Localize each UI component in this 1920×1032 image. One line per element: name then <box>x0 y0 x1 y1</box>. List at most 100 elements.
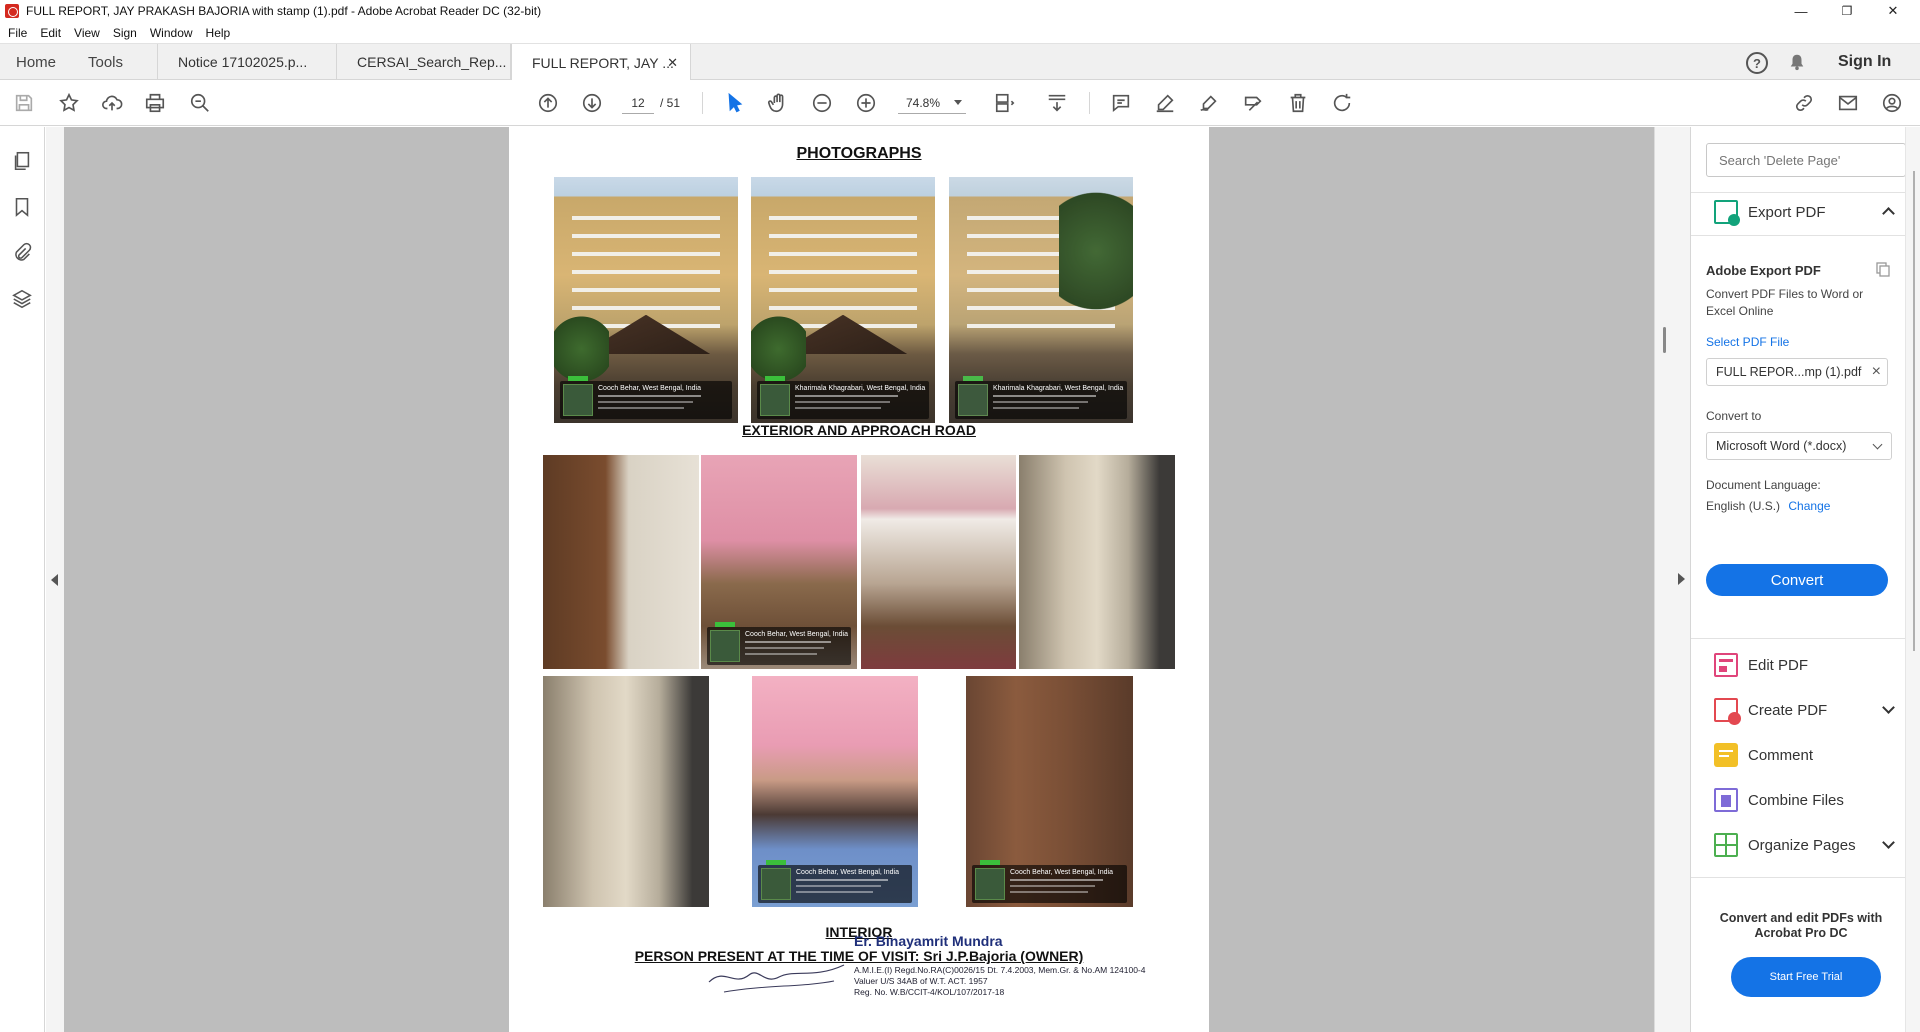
menu-sign[interactable]: Sign <box>113 26 137 40</box>
zoom-out-icon[interactable] <box>810 91 834 115</box>
minimize-button[interactable]: — <box>1778 0 1824 22</box>
page-fit-icon[interactable] <box>993 91 1017 115</box>
tab-label: Notice 17102025.p... <box>178 54 308 70</box>
close-tab-icon[interactable]: ✕ <box>667 55 678 71</box>
select-cursor-icon[interactable] <box>723 91 747 115</box>
photo-interior-corridor <box>543 676 709 907</box>
valuer-credentials: A.M.I.E.(I) Regd.No.RA(C)0026/15 Dt. 7.4… <box>854 965 1194 998</box>
maximize-button[interactable]: ❐ <box>1824 0 1870 22</box>
export-pdf-icon <box>1714 200 1740 226</box>
photo-approach-road: Kharimala Khagrabari, West Bengal, India <box>949 177 1133 423</box>
caption-exterior: EXTERIOR AND APPROACH ROAD <box>742 422 976 438</box>
tool-label: Create PDF <box>1748 701 1828 719</box>
menu-view[interactable]: View <box>74 26 100 40</box>
tab-tools[interactable]: Tools <box>88 44 123 80</box>
zoom-search-icon[interactable] <box>188 91 212 115</box>
tab-document-cersai[interactable]: CERSAI_Search_Rep... <box>337 44 511 80</box>
previous-page-icon[interactable] <box>536 91 560 115</box>
share-link-icon[interactable] <box>1792 91 1816 115</box>
left-pane-toggle[interactable] <box>46 127 64 1032</box>
convert-button[interactable]: Convert <box>1706 564 1888 596</box>
acrobat-pro-promo: Convert and edit PDFs with Acrobat Pro D… <box>1691 897 1905 1032</box>
zoom-in-icon[interactable] <box>854 91 878 115</box>
left-navigation-pane <box>0 127 45 1032</box>
menu-help[interactable]: Help <box>206 26 231 40</box>
tool-comment[interactable]: Comment <box>1714 740 1813 770</box>
scrollbar-thumb[interactable] <box>1663 327 1666 353</box>
menu-edit[interactable]: Edit <box>40 26 61 40</box>
menu-window[interactable]: Window <box>150 26 193 40</box>
document-vertical-scrollbar[interactable] <box>1654 127 1690 1032</box>
save-icon[interactable] <box>12 91 36 115</box>
notification-bell-icon[interactable] <box>1788 53 1806 71</box>
collapse-left-arrow-icon[interactable] <box>51 574 58 586</box>
start-free-trial-button[interactable]: Start Free Trial <box>1731 957 1881 997</box>
convert-to-select[interactable]: Microsoft Word (*.docx) <box>1706 432 1892 460</box>
signature-name: Er. Binayamrit Mundra <box>854 933 1003 949</box>
signature-line: A.M.I.E.(I) Regd.No.RA(C)0026/15 Dt. 7.4… <box>854 965 1146 975</box>
scrollbar-thumb[interactable] <box>1913 171 1915 651</box>
zoom-level-dropdown[interactable]: 74.8% <box>898 92 966 114</box>
document-language-row: English (U.S.) Change <box>1706 499 1830 513</box>
tool-label: Comment <box>1748 746 1814 764</box>
selected-file-name: FULL REPOR...mp (1).pdf <box>1716 365 1862 379</box>
tool-organize-pages[interactable]: Organize Pages <box>1714 830 1895 860</box>
delete-trash-icon[interactable] <box>1286 91 1310 115</box>
promo-text: Convert and edit PDFs with Acrobat Pro D… <box>1719 911 1883 940</box>
attachment-paperclip-icon[interactable] <box>11 242 33 264</box>
export-pdf-tool-header[interactable]: Export PDF <box>1714 197 1895 227</box>
cloud-upload-icon[interactable] <box>100 91 124 115</box>
chevron-down-icon[interactable] <box>1882 836 1895 849</box>
page-thumbnails-icon[interactable] <box>11 150 33 172</box>
adobe-export-title: Adobe Export PDF <box>1706 263 1821 278</box>
highlight-pen-icon[interactable] <box>1153 91 1177 115</box>
tab-bar: Home Tools Notice 17102025.p... CERSAI_S… <box>0 43 1920 81</box>
handwritten-signature-icon <box>708 964 845 993</box>
draw-signature-icon[interactable] <box>1197 91 1221 115</box>
fill-sign-icon[interactable] <box>1241 91 1265 115</box>
bookmarks-icon[interactable] <box>11 196 33 218</box>
change-language-link[interactable]: Change <box>1788 499 1830 513</box>
menu-bar: File Edit View Sign Window Help <box>0 22 1920 43</box>
select-pdf-file-link[interactable]: Select PDF File <box>1706 335 1789 349</box>
layers-icon[interactable] <box>11 288 33 310</box>
scroll-mode-icon[interactable] <box>1045 91 1069 115</box>
chevron-down-icon[interactable] <box>1882 701 1895 714</box>
sign-in-link[interactable]: Sign In <box>1838 53 1891 71</box>
convert-to-label: Convert to <box>1706 409 1762 423</box>
heading-photographs: PHOTOGRAPHS <box>796 145 922 162</box>
account-icon[interactable] <box>1880 91 1904 115</box>
tool-combine-files[interactable]: Combine Files <box>1714 785 1844 815</box>
tool-create-pdf[interactable]: Create PDF <box>1714 695 1895 725</box>
window-title: FULL REPORT, JAY PRAKASH BAJORIA with st… <box>26 4 542 18</box>
tab-home[interactable]: Home <box>16 44 56 80</box>
adobe-export-description: Convert PDF Files to Word or Excel Onlin… <box>1706 287 1864 318</box>
help-icon[interactable]: ? <box>1746 52 1768 74</box>
tool-edit-pdf[interactable]: Edit PDF <box>1714 650 1808 680</box>
comment-icon[interactable] <box>1109 91 1133 115</box>
email-icon[interactable] <box>1836 91 1860 115</box>
next-page-icon[interactable] <box>580 91 604 115</box>
tab-document-full-report[interactable]: FULL REPORT, JAY ... ✕ <box>511 44 691 81</box>
zoom-level-value: 74.8% <box>906 95 941 110</box>
page-number-input[interactable] <box>622 92 654 114</box>
tab-document-notice[interactable]: Notice 17102025.p... <box>157 44 337 80</box>
clear-file-icon[interactable]: × <box>1872 359 1881 385</box>
rotate-icon[interactable] <box>1330 91 1354 115</box>
hand-tool-icon[interactable] <box>766 91 790 115</box>
chevron-up-icon[interactable] <box>1882 207 1895 220</box>
main-toolbar: / 51 74.8% <box>0 80 1920 126</box>
tool-label: Organize Pages <box>1748 836 1856 854</box>
tools-search-input[interactable] <box>1706 143 1906 177</box>
close-window-button[interactable]: ✕ <box>1870 0 1916 22</box>
photo-interior-living-room: Cooch Behar, West Bengal, India <box>701 455 857 669</box>
photo-geotag: Cooch Behar, West Bengal, India <box>796 869 899 876</box>
menu-file[interactable]: File <box>8 26 27 40</box>
bookmark-star-icon[interactable] <box>57 91 81 115</box>
toolbar-divider <box>702 92 703 114</box>
print-icon[interactable] <box>143 91 167 115</box>
photo-person-present: Cooch Behar, West Bengal, India <box>752 676 918 907</box>
right-pane-scrollbar[interactable] <box>1905 127 1920 1032</box>
expand-right-pane-arrow-icon[interactable] <box>1678 573 1685 585</box>
copy-documents-icon <box>1876 262 1890 277</box>
